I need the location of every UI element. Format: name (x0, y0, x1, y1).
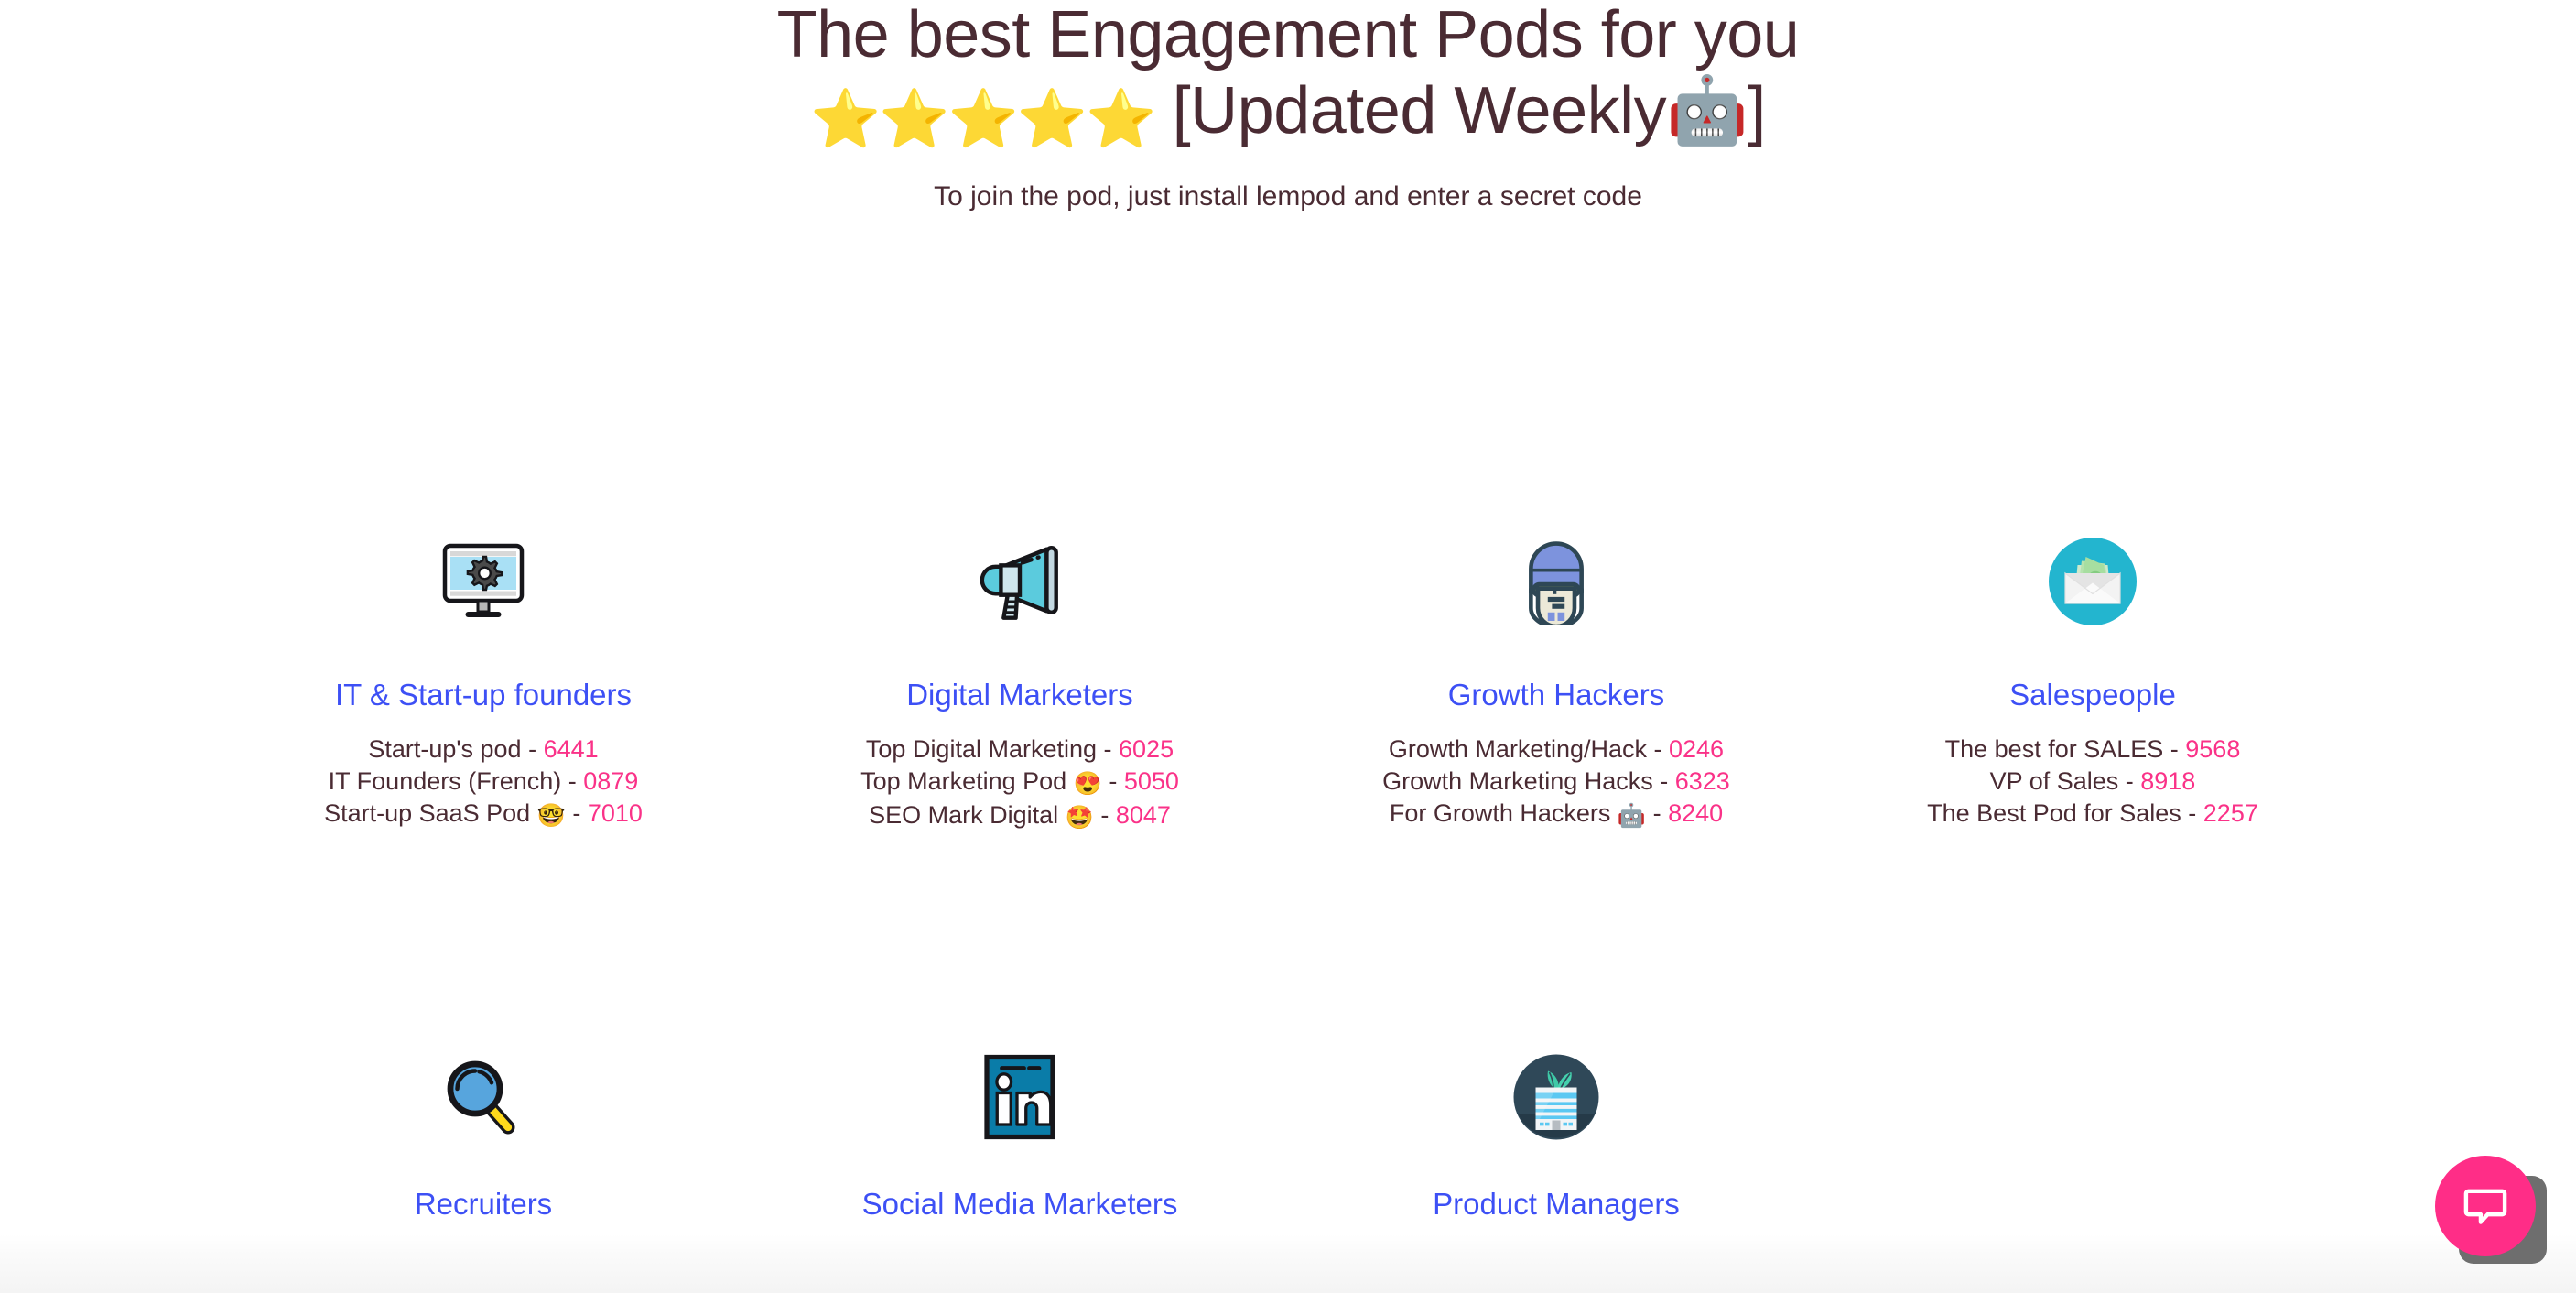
pod-label: Top Digital Marketing - (865, 735, 1120, 764)
chat-widget[interactable] (2435, 1156, 2547, 1267)
office-building-plant-icon (1288, 1033, 1824, 1161)
category-card-product-managers: Product Managers (1288, 1033, 1824, 1222)
category-card-recruiters: Recruiters (215, 1033, 752, 1222)
page-root: The best Engagement Pods for you ⭐⭐⭐⭐⭐ [… (0, 0, 2576, 1293)
page-title: The best Engagement Pods for you (0, 0, 2576, 71)
heart-eyes-icon: 😍 (1073, 771, 1102, 798)
pod-line[interactable]: The best for SALES - 9568 (1824, 733, 2361, 766)
pod-code: 9568 (2185, 735, 2241, 764)
pod-list-it-startup-founders: Start-up's pod - 6441 IT Founders (Frenc… (215, 733, 752, 831)
category-card-social-media-marketers: Social Media Marketers (752, 1033, 1288, 1222)
pod-separator: - (565, 799, 588, 828)
pod-code: 7010 (587, 799, 643, 828)
category-card-it-startup-founders: IT & Start-up founders Start-up's pod - … (215, 513, 752, 833)
chat-open-button[interactable] (2435, 1156, 2536, 1256)
pod-list-growth-hackers: Growth Marketing/Hack - 0246 Growth Mark… (1288, 733, 1824, 831)
pod-code: 8240 (1668, 799, 1724, 828)
pod-code: 6323 (1674, 767, 1730, 796)
hacker-visor-icon (1288, 513, 1824, 650)
page-title-line-1: The best Engagement Pods for you (776, 0, 1800, 71)
pod-line[interactable]: Top Digital Marketing - 6025 (752, 733, 1288, 766)
pod-code: 0879 (583, 767, 639, 796)
pod-code: 0246 (1669, 735, 1725, 764)
monitor-gear-icon (215, 513, 752, 650)
updated-weekly-prefix: [Updated Weekly (1154, 74, 1667, 148)
pod-line[interactable]: For Growth Hackers 🤖 - 8240 (1288, 798, 1824, 831)
pod-label: SEO Mark Digital (869, 801, 1066, 830)
pod-label: Top Marketing Pod (860, 767, 1074, 796)
nerd-face-icon: 🤓 (536, 803, 566, 830)
category-name-it-startup-founders: IT & Start-up founders (334, 678, 633, 712)
pod-list-salespeople: The best for SALES - 9568 VP of Sales - … (1824, 733, 2361, 830)
category-name-digital-marketers: Digital Marketers (906, 678, 1133, 712)
pod-line[interactable]: Growth Marketing/Hack - 0246 (1288, 733, 1824, 766)
page-title-line-2: ⭐⭐⭐⭐⭐ [Updated Weekly🤖] (0, 78, 2576, 152)
category-name-recruiters: Recruiters (414, 1187, 553, 1221)
pod-label: Start-up SaaS Pod (324, 799, 537, 828)
pod-code: 6441 (543, 735, 599, 764)
pod-code: 5050 (1123, 767, 1179, 796)
page-subtitle: To join the pod, just install lempod and… (934, 180, 1642, 212)
pod-label: For Growth Hackers (1389, 799, 1618, 828)
pod-label: The best for SALES - (1944, 735, 2186, 764)
pod-label: Growth Marketing/Hack - (1388, 735, 1669, 764)
pod-line[interactable]: SEO Mark Digital 🤩 - 8047 (752, 799, 1288, 833)
pod-separator: - (1093, 801, 1116, 830)
pod-separator: - (1101, 767, 1124, 796)
category-card-digital-marketers: Digital Marketers Top Digital Marketing … (752, 513, 1288, 833)
grid-spacer (1824, 1033, 2361, 1222)
pod-label: Start-up's pod - (368, 735, 544, 764)
money-envelope-icon (1824, 513, 2361, 650)
category-card-salespeople: Salespeople The best for SALES - 9568 VP… (1824, 513, 2361, 833)
pod-label: Growth Marketing Hacks - (1382, 767, 1675, 796)
page-header: The best Engagement Pods for you ⭐⭐⭐⭐⭐ [… (0, 0, 2576, 213)
pod-code: 8047 (1115, 801, 1171, 830)
pod-code: 2257 (2203, 799, 2258, 828)
pod-label: The Best Pod for Sales - (1927, 799, 2203, 828)
pod-label: IT Founders (French) - (328, 767, 584, 796)
pod-line[interactable]: Start-up SaaS Pod 🤓 - 7010 (215, 798, 752, 831)
category-name-social-media-marketers: Social Media Marketers (861, 1187, 1178, 1221)
category-name-salespeople: Salespeople (2009, 678, 2176, 712)
megaphone-icon (752, 513, 1288, 650)
pod-line[interactable]: VP of Sales - 8918 (1824, 766, 2361, 798)
magnifying-glass-icon (215, 1033, 752, 1161)
pod-line[interactable]: Top Marketing Pod 😍 - 5050 (752, 766, 1288, 799)
category-name-growth-hackers: Growth Hackers (1447, 678, 1665, 712)
pod-line[interactable]: Growth Marketing Hacks - 6323 (1288, 766, 1824, 798)
pod-line[interactable]: Start-up's pod - 6441 (215, 733, 752, 766)
page-bottom-gradient (0, 1234, 2576, 1293)
robot-icon: 🤖 (1666, 74, 1748, 148)
category-name-product-managers: Product Managers (1433, 1187, 1680, 1221)
star-struck-icon: 🤩 (1065, 805, 1094, 831)
linkedin-icon (752, 1033, 1288, 1161)
pod-code: 6025 (1119, 735, 1174, 764)
pod-separator: - (1646, 799, 1669, 828)
pod-line[interactable]: IT Founders (French) - 0879 (215, 766, 752, 798)
pod-list-digital-marketers: Top Digital Marketing - 6025 Top Marketi… (752, 733, 1288, 833)
category-card-growth-hackers: Growth Hackers Growth Marketing/Hack - 0… (1288, 513, 1824, 833)
chat-bubble-icon (2461, 1180, 2510, 1233)
pod-label: VP of Sales - (1989, 767, 2141, 796)
robot-icon: 🤖 (1617, 803, 1647, 830)
pod-line[interactable]: The Best Pod for Sales - 2257 (1824, 798, 2361, 830)
category-grid-row-1: IT & Start-up founders Start-up's pod - … (0, 513, 2576, 833)
updated-weekly-suffix: ] (1748, 74, 1766, 148)
pod-code: 8918 (2140, 767, 2196, 796)
category-grid-row-2: Recruiters Social Media Marketers Produc… (0, 1033, 2576, 1222)
five-stars-icon: ⭐⭐⭐⭐⭐ (810, 88, 1156, 152)
